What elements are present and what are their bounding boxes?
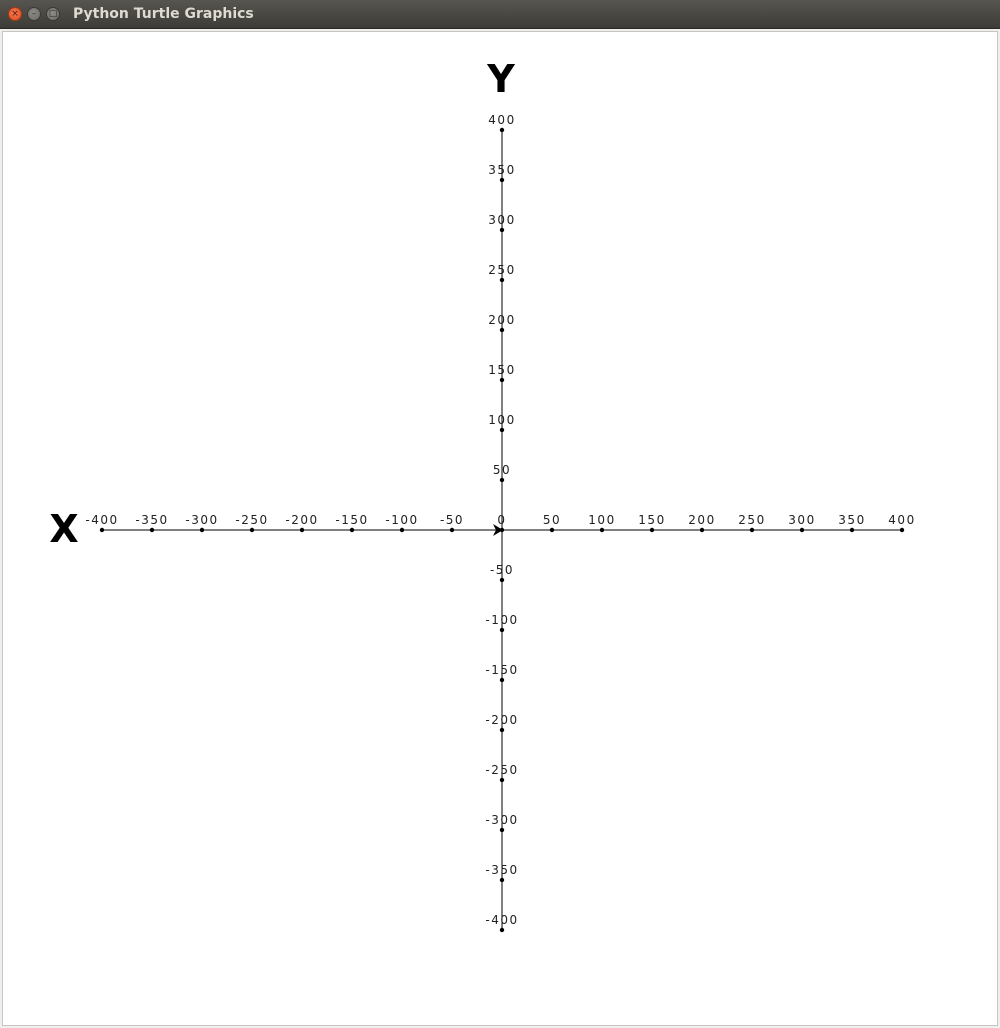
y-tick-dot	[499, 677, 505, 683]
y-tick-dot	[499, 427, 505, 433]
x-tick-label: -200	[285, 513, 318, 527]
x-tick-label: 200	[688, 513, 715, 527]
y-tick-dot	[499, 127, 505, 133]
y-tick-label: -50	[490, 563, 514, 577]
x-tick-label: 50	[543, 513, 561, 527]
y-tick-dot	[499, 927, 505, 933]
x-tick-dot	[899, 527, 905, 533]
x-tick-label: 0	[497, 513, 506, 527]
x-tick-label: 250	[738, 513, 765, 527]
y-tick-dot	[499, 277, 505, 283]
x-tick-label: -50	[440, 513, 464, 527]
x-tick-dot	[349, 527, 355, 533]
x-tick-dot	[299, 527, 305, 533]
x-tick-label: -400	[85, 513, 118, 527]
x-tick-label: -300	[185, 513, 218, 527]
x-tick-label: -350	[135, 513, 168, 527]
x-tick-dot	[399, 527, 405, 533]
y-tick-dot	[499, 577, 505, 583]
x-tick-dot	[449, 527, 455, 533]
x-tick-label: 350	[838, 513, 865, 527]
y-tick-dot	[499, 177, 505, 183]
x-tick-dot	[799, 527, 805, 533]
x-axis-name: X	[49, 507, 78, 551]
x-tick-label: 150	[638, 513, 665, 527]
y-tick-label: 100	[488, 413, 515, 427]
y-tick-label: -100	[485, 613, 518, 627]
y-tick-label: 250	[488, 263, 515, 277]
x-tick-dot	[149, 527, 155, 533]
coordinate-axes: -400 -350 -300 -250 -200 -150 -100 -50 0 50 100 150…	[49, 57, 915, 933]
y-tick-label: 400	[488, 113, 515, 127]
y-tick-dot	[499, 477, 505, 483]
y-tick-label: -350	[485, 863, 518, 877]
y-tick-label: -150	[485, 663, 518, 677]
x-tick-label: -250	[235, 513, 268, 527]
y-tick-dot	[499, 877, 505, 883]
y-tick-label: -400	[485, 913, 518, 927]
x-tick-dot	[749, 527, 755, 533]
x-tick-label: 400	[888, 513, 915, 527]
y-tick-label: 300	[488, 213, 515, 227]
y-tick-dot	[499, 827, 505, 833]
y-tick-label: -250	[485, 763, 518, 777]
y-tick-label: 150	[488, 363, 515, 377]
x-tick-dot	[549, 527, 555, 533]
y-tick-dot	[499, 227, 505, 233]
x-tick-dot	[99, 527, 105, 533]
y-axis-name: Y	[486, 57, 515, 101]
x-tick-dot	[849, 527, 855, 533]
y-tick-label: 200	[488, 313, 515, 327]
y-tick-dot	[499, 327, 505, 333]
y-tick-label: -200	[485, 713, 518, 727]
y-tick-label: 50	[493, 463, 511, 477]
y-tick-dot	[499, 377, 505, 383]
x-tick-label: -100	[385, 513, 418, 527]
x-tick-dot	[649, 527, 655, 533]
y-tick-dot	[499, 777, 505, 783]
x-tick-label: 300	[788, 513, 815, 527]
x-tick-dot	[199, 527, 205, 533]
x-tick-label: 100	[588, 513, 615, 527]
x-tick-dot	[699, 527, 705, 533]
y-tick-label: 350	[488, 163, 515, 177]
x-tick-dot	[249, 527, 255, 533]
x-tick-label: -150	[335, 513, 368, 527]
x-tick-dot	[599, 527, 605, 533]
y-tick-dot	[499, 727, 505, 733]
y-tick-dot	[499, 627, 505, 633]
y-tick-label: -300	[485, 813, 518, 827]
